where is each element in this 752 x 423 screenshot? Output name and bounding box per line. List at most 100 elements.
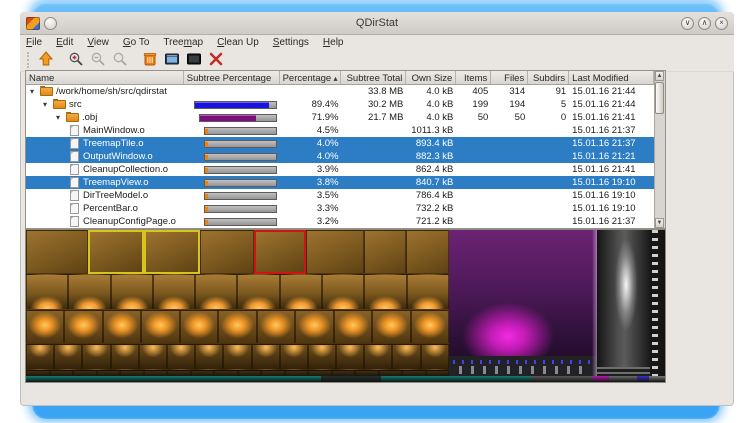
treemap-strip-segment[interactable]	[649, 376, 666, 382]
table-scrollbar[interactable]: ▲ ▼	[654, 71, 665, 228]
treemap-tile[interactable]	[411, 310, 449, 344]
expander-icon[interactable]: ▾	[56, 114, 65, 122]
treemap-tile[interactable]	[103, 310, 141, 344]
menu-settings[interactable]: Settings	[273, 37, 309, 48]
menu-clean-up[interactable]: Clean Up	[217, 37, 259, 48]
treemap-tile[interactable]	[26, 230, 88, 274]
minimize-button[interactable]: ∨	[681, 17, 694, 30]
expander-icon[interactable]: ▾	[43, 101, 52, 109]
move-to-trash-button[interactable]	[140, 50, 160, 70]
maximize-button[interactable]: ∧	[698, 17, 711, 30]
treemap-strip-segment[interactable]	[609, 376, 637, 382]
treemap-tile[interactable]	[295, 310, 333, 344]
table-row[interactable]: OutputWindow.o4.0%882.3 kB15.01.16 21:21	[26, 150, 654, 163]
column-header-own-size[interactable]: Own Size	[406, 71, 456, 84]
delete-button[interactable]	[206, 50, 226, 70]
table-row[interactable]: ▾/work/home/sh/src/qdirstat33.8 MB4.0 kB…	[26, 85, 654, 98]
scrollbar-up-arrow[interactable]: ▲	[655, 71, 664, 81]
treemap-tile[interactable]	[26, 310, 64, 344]
treemap-tile[interactable]	[280, 344, 308, 370]
scrollbar-thumb[interactable]	[655, 82, 664, 114]
treemap-selected-tile[interactable]	[144, 230, 200, 274]
column-header-percentage[interactable]: Percentage▴	[280, 71, 342, 84]
treemap-tile[interactable]	[68, 274, 110, 310]
scrollbar-down-arrow[interactable]: ▼	[655, 218, 664, 228]
treemap-tile[interactable]	[322, 274, 364, 310]
treemap-strip-segment[interactable]	[321, 376, 381, 382]
open-file-manager-button[interactable]	[162, 50, 182, 70]
treemap-tile[interactable]	[364, 274, 406, 310]
treemap-tile[interactable]	[421, 344, 449, 370]
treemap-tile[interactable]	[26, 344, 54, 370]
table-row[interactable]: ▾src89.4%30.2 MB4.0 kB199194515.01.16 21…	[26, 98, 654, 111]
column-header-subtree-total[interactable]: Subtree Total	[341, 71, 406, 84]
treemap-view[interactable]	[25, 229, 666, 383]
toolbar-handle[interactable]	[27, 52, 32, 68]
column-header-subdirs[interactable]: Subdirs	[528, 71, 569, 84]
treemap-selected-tile[interactable]	[88, 230, 144, 274]
treemap-tile[interactable]	[306, 230, 364, 274]
treemap-strip-segment[interactable]	[637, 376, 649, 382]
menu-treemap[interactable]: Treemap	[163, 37, 203, 48]
go-up-button[interactable]	[36, 50, 56, 70]
menu-help[interactable]: Help	[323, 37, 344, 48]
treemap-tile[interactable]	[141, 310, 179, 344]
treemap-tile[interactable]	[111, 344, 139, 370]
titlebar[interactable]: QDirStat ∨∧×	[20, 12, 734, 35]
treemap-tile[interactable]	[82, 344, 110, 370]
treemap-bottom-strip[interactable]	[26, 376, 666, 382]
table-row[interactable]: MainWindow.o4.5%1011.3 kB15.01.16 21:37	[26, 124, 654, 137]
treemap-tile[interactable]	[364, 344, 392, 370]
column-header-items[interactable]: Items	[456, 71, 491, 84]
table-row[interactable]: TreemapTile.o4.0%893.4 kB15.01.16 21:37	[26, 137, 654, 150]
treemap-tile[interactable]	[237, 274, 279, 310]
treemap-current-item-tile[interactable]	[254, 230, 306, 274]
treemap-tile[interactable]	[111, 274, 153, 310]
treemap-strip-segment[interactable]	[26, 376, 321, 382]
treemap-tile[interactable]	[195, 344, 223, 370]
treemap-tile[interactable]	[26, 274, 68, 310]
table-row[interactable]: DirTreeModel.o3.5%786.4 kB15.01.16 19:10	[26, 189, 654, 202]
treemap-tile[interactable]	[153, 274, 195, 310]
open-terminal-button[interactable]	[184, 50, 204, 70]
table-row[interactable]: PercentBar.o3.3%732.2 kB15.01.16 19:10	[26, 202, 654, 215]
column-header-files[interactable]: Files	[491, 71, 528, 84]
treemap-dash-column[interactable]	[650, 230, 660, 382]
treemap-tile[interactable]	[334, 310, 372, 344]
expander-icon[interactable]: ▾	[30, 88, 39, 96]
table-row[interactable]: ▾.obj71.9%21.7 MB4.0 kB5050015.01.16 21:…	[26, 111, 654, 124]
close-button[interactable]: ×	[715, 17, 728, 30]
treemap-tile[interactable]	[195, 274, 237, 310]
treemap-strip-segment[interactable]	[381, 376, 531, 382]
treemap-tile[interactable]	[180, 310, 218, 344]
treemap-tile[interactable]	[139, 344, 167, 370]
treemap-tile[interactable]	[280, 274, 322, 310]
treemap-tile[interactable]	[372, 310, 410, 344]
treemap-tile[interactable]	[64, 310, 102, 344]
treemap-tile[interactable]	[406, 230, 449, 274]
menu-file[interactable]: File	[26, 37, 42, 48]
treemap-magenta-region[interactable]	[449, 230, 597, 382]
treemap-strip-segment[interactable]	[593, 376, 609, 382]
treemap-tile[interactable]	[167, 344, 195, 370]
menu-view[interactable]: View	[87, 37, 109, 48]
treemap-tile[interactable]	[407, 274, 449, 310]
treemap-strip-segment[interactable]	[531, 376, 593, 382]
column-header-last-modified[interactable]: Last Modified	[569, 71, 654, 84]
table-row[interactable]: CleanupConfigPage.o3.2%721.2 kB15.01.16 …	[26, 215, 654, 228]
treemap-tile[interactable]	[392, 344, 420, 370]
menu-edit[interactable]: Edit	[56, 37, 73, 48]
treemap-tile[interactable]	[308, 344, 336, 370]
treemap-tile[interactable]	[54, 344, 82, 370]
column-header-subtree-percentage[interactable]: Subtree Percentage	[184, 71, 280, 84]
treemap-orange-region[interactable]	[26, 230, 449, 382]
treemap-tile[interactable]	[218, 310, 256, 344]
zoom-in-button[interactable]	[66, 50, 86, 70]
treemap-tile[interactable]	[336, 344, 364, 370]
treemap-tile[interactable]	[252, 344, 280, 370]
treemap-tile[interactable]	[223, 344, 251, 370]
treemap-gray-region[interactable]	[597, 230, 650, 382]
treemap-tile[interactable]	[257, 310, 295, 344]
table-row[interactable]: CleanupCollection.o3.9%862.4 kB15.01.16 …	[26, 163, 654, 176]
treemap-tile[interactable]	[364, 230, 406, 274]
